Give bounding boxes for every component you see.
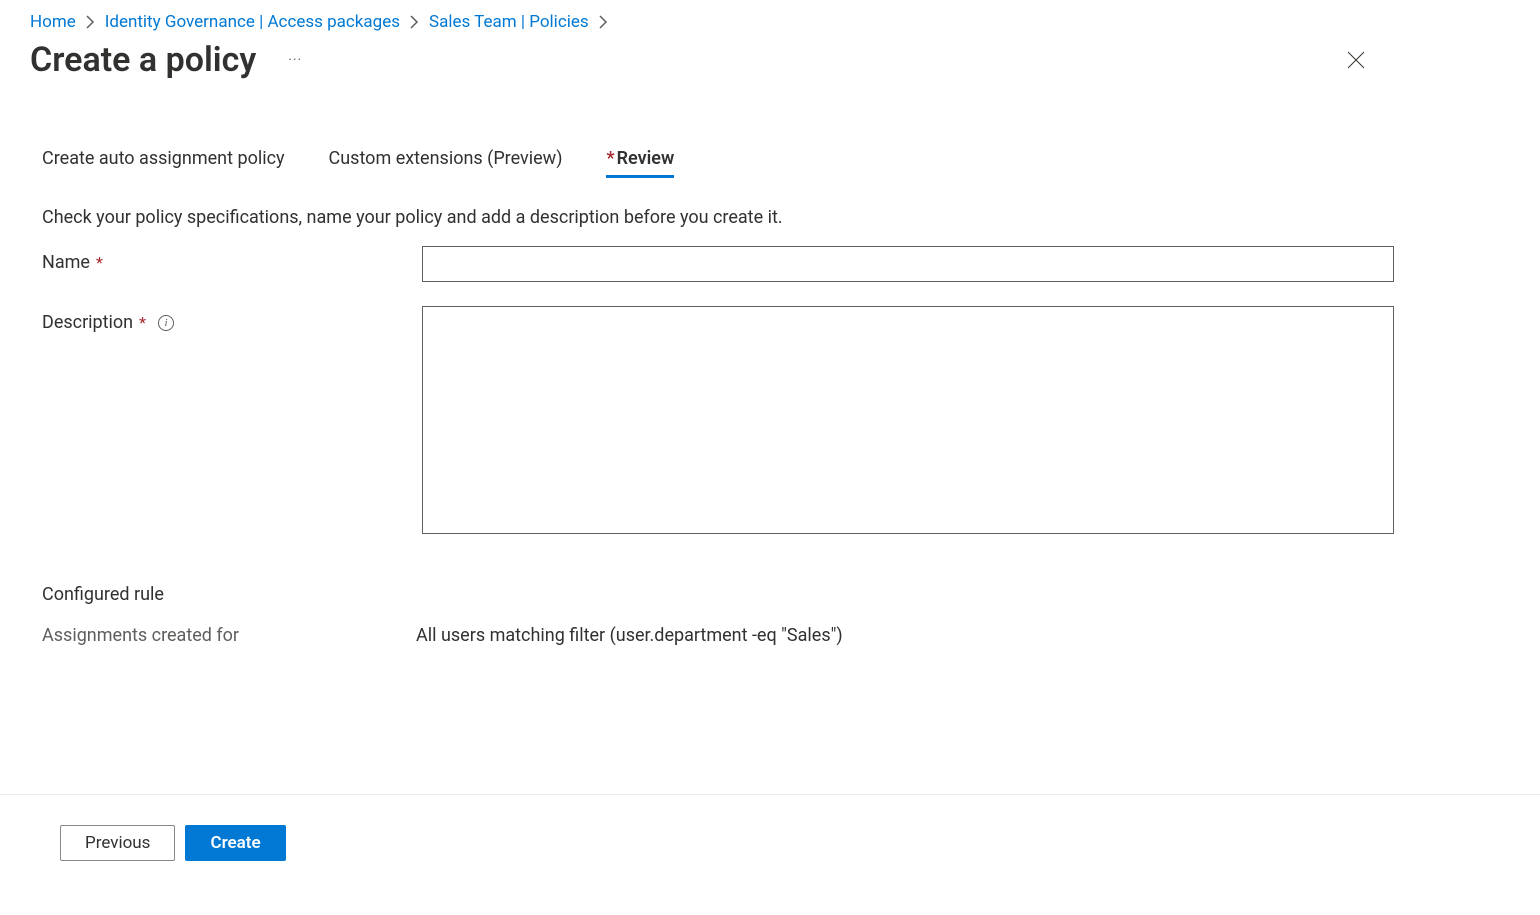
- description-label-text: Description: [42, 312, 133, 333]
- instruction-text: Check your policy specifications, name y…: [42, 207, 1498, 228]
- close-icon[interactable]: [1342, 46, 1370, 74]
- name-label-text: Name: [42, 252, 90, 273]
- info-icon[interactable]: i: [158, 315, 174, 331]
- page-title: Create a policy: [30, 40, 256, 80]
- tab-label: Custom extensions (Preview): [329, 148, 563, 169]
- chevron-right-icon: [410, 15, 419, 29]
- required-indicator: *: [139, 315, 146, 331]
- tab-review[interactable]: *Review: [606, 148, 674, 177]
- configured-rule-title: Configured rule: [42, 584, 1498, 605]
- description-row: Description * i: [42, 306, 1498, 534]
- footer: Previous Create: [0, 794, 1540, 861]
- name-input[interactable]: [422, 246, 1394, 282]
- create-button[interactable]: Create: [185, 825, 285, 861]
- tabs: Create auto assignment policy Custom ext…: [42, 148, 1498, 177]
- tab-label: Review: [617, 148, 675, 169]
- tab-custom-extensions[interactable]: Custom extensions (Preview): [329, 148, 563, 177]
- chevron-right-icon: [86, 15, 95, 29]
- required-indicator: *: [96, 255, 103, 271]
- required-indicator: *: [606, 148, 614, 169]
- name-label: Name *: [42, 246, 422, 273]
- assignments-label: Assignments created for: [42, 625, 416, 646]
- assignments-row: Assignments created for All users matchi…: [42, 625, 1498, 646]
- chevron-right-icon: [599, 15, 608, 29]
- tab-create-auto-assignment[interactable]: Create auto assignment policy: [42, 148, 285, 177]
- breadcrumb-identity-governance[interactable]: Identity Governance | Access packages: [105, 12, 400, 32]
- more-icon[interactable]: ···: [284, 49, 306, 71]
- breadcrumb: Home Identity Governance | Access packag…: [0, 0, 1540, 40]
- tab-label: Create auto assignment policy: [42, 148, 285, 169]
- description-input[interactable]: [422, 306, 1394, 534]
- breadcrumb-sales-team-policies[interactable]: Sales Team | Policies: [429, 12, 589, 32]
- header-row: Create a policy ···: [0, 40, 1540, 88]
- content: Create auto assignment policy Custom ext…: [0, 88, 1540, 646]
- previous-button[interactable]: Previous: [60, 825, 175, 861]
- assignments-value: All users matching filter (user.departme…: [416, 625, 843, 646]
- breadcrumb-home[interactable]: Home: [30, 12, 76, 32]
- name-row: Name *: [42, 246, 1498, 282]
- description-label: Description * i: [42, 306, 422, 333]
